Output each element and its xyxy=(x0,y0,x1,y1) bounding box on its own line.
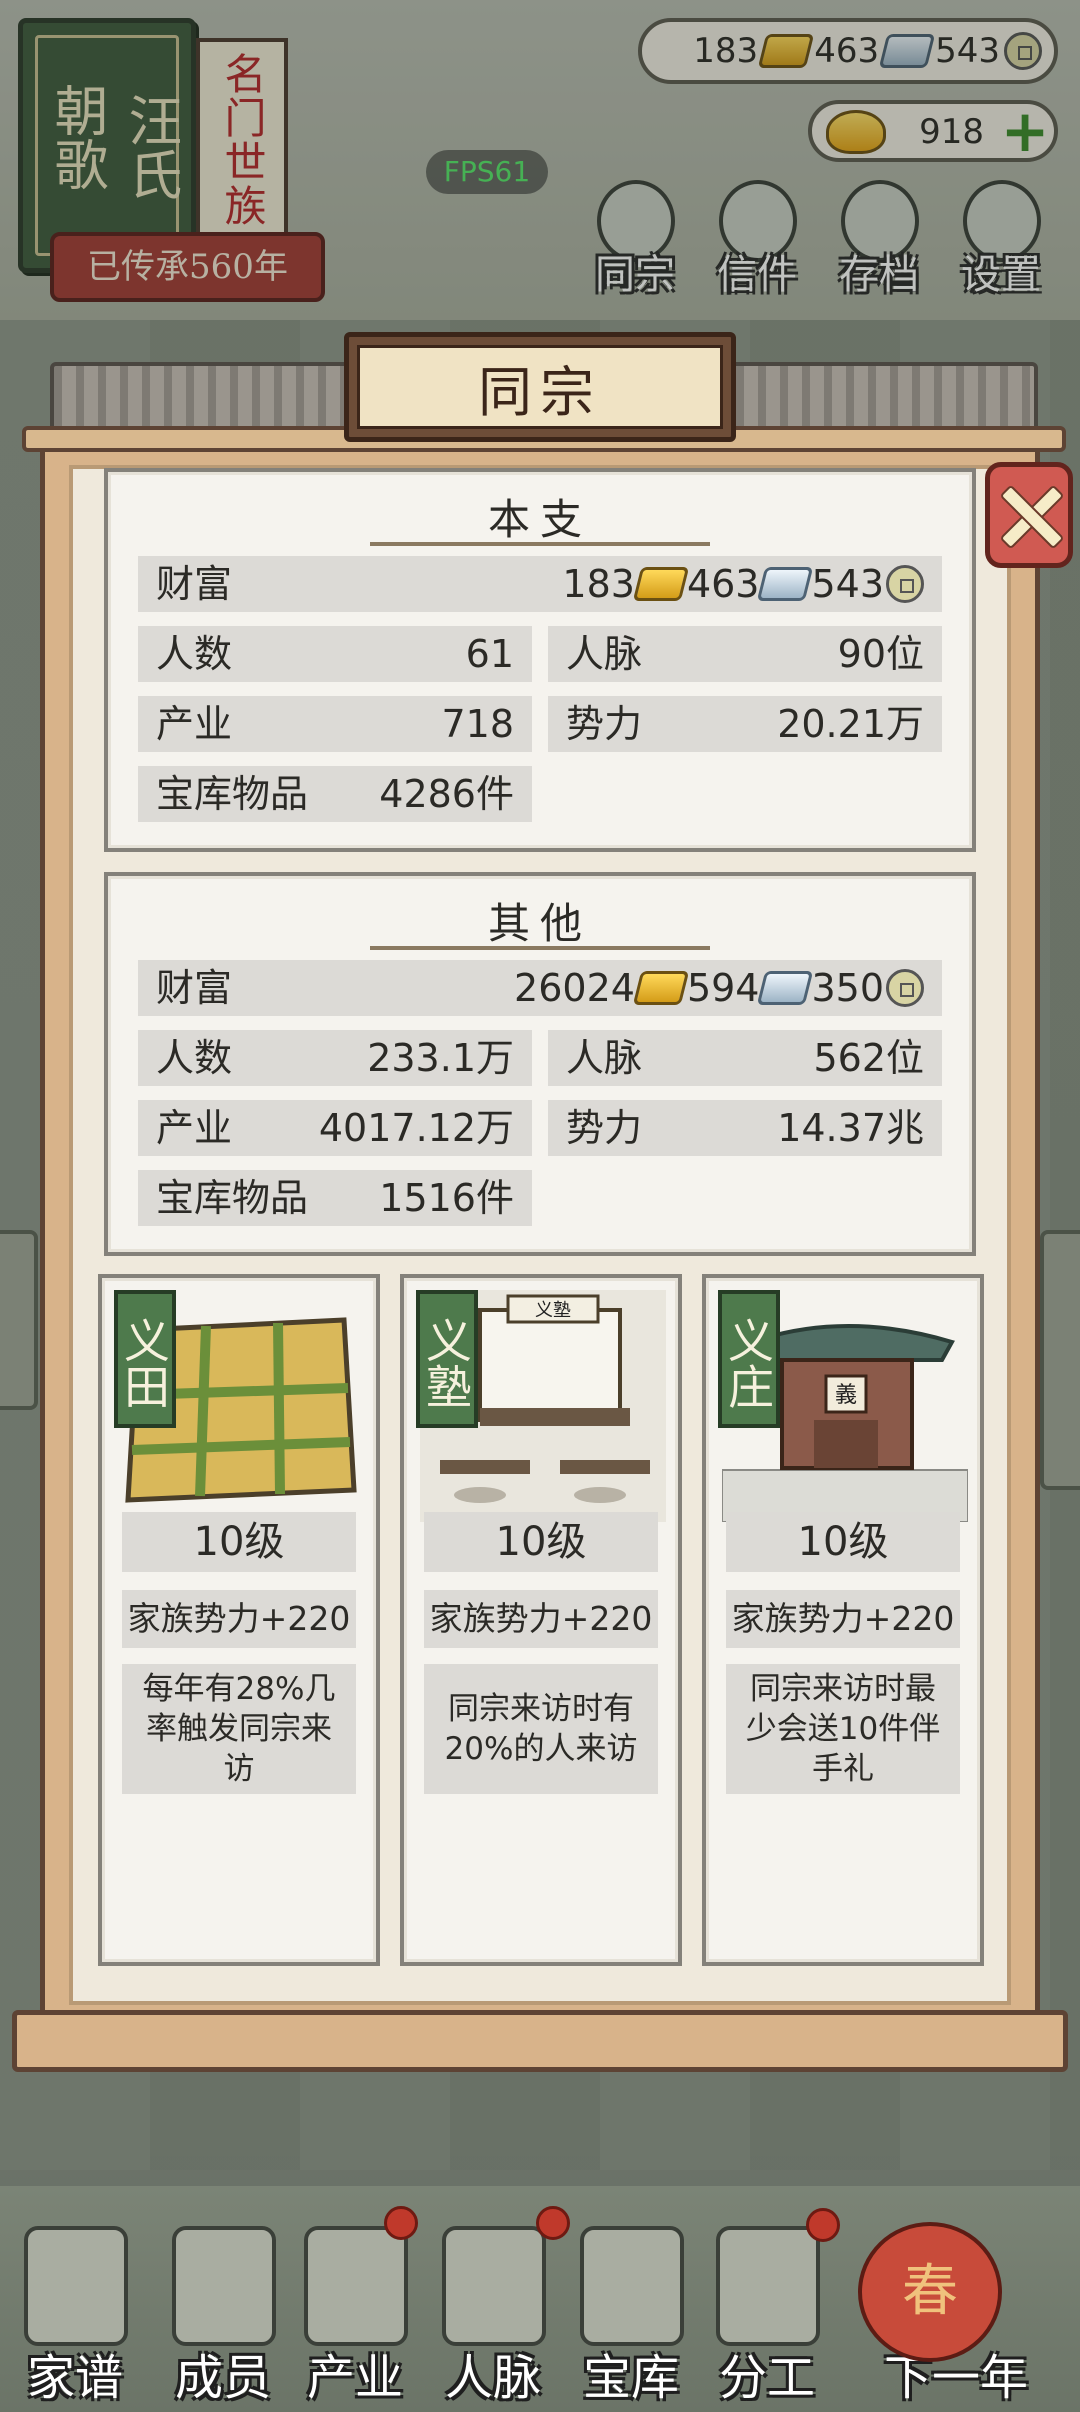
main-people-row: 人数 61 xyxy=(138,626,532,682)
others-wealth-label: 财富 xyxy=(156,966,233,1010)
main-wealth-silver: 463 xyxy=(686,562,760,606)
building-bonus: 家族势力+220 xyxy=(424,1590,658,1648)
others-network-row: 人脉 562位 xyxy=(548,1030,942,1086)
school-sign: 义塾 xyxy=(535,1299,571,1321)
others-people-row: 人数 233.1万 xyxy=(138,1030,532,1086)
nav-genealogy[interactable]: 家谱 xyxy=(0,2226,150,2406)
others-vault-value: 1516件 xyxy=(379,1176,514,1220)
main-wealth-gold: 183 xyxy=(562,562,635,606)
building-card-manor[interactable]: 義 义庄 10级 家族势力+220 同宗来访时最少会送10件伴手礼 xyxy=(702,1274,984,1966)
genealogy-book-icon xyxy=(24,2226,128,2346)
building-tag-manor: 义庄 xyxy=(718,1290,780,1428)
nav-network-label: 人脉 xyxy=(444,2350,541,2406)
others-industry-label: 产业 xyxy=(156,1106,233,1150)
silver-ingot-icon xyxy=(757,567,814,601)
main-people-value: 61 xyxy=(465,632,514,676)
others-vault-label: 宝库物品 xyxy=(156,1176,309,1220)
modal-title: 同宗 xyxy=(357,345,723,429)
building-bonus: 家族势力+220 xyxy=(122,1590,356,1648)
main-vault-row: 宝库物品 4286件 xyxy=(138,766,532,822)
main-branch-panel: 本支 财富 183 463 543 人数 61 人脉 90位 产业 718 势力… xyxy=(104,468,976,852)
main-wealth-copper: 543 xyxy=(811,562,884,606)
notification-dot xyxy=(536,2206,570,2240)
main-network-label: 人脉 xyxy=(566,632,643,676)
building-level: 10级 xyxy=(726,1512,960,1572)
building-description: 同宗来访时有20%的人来访 xyxy=(424,1664,658,1794)
nav-vault[interactable]: 宝库 xyxy=(556,2226,706,2406)
main-wealth-label: 财富 xyxy=(156,562,233,606)
others-power-row: 势力 14.37兆 xyxy=(548,1100,942,1156)
main-network-row: 人脉 90位 xyxy=(548,626,942,682)
main-wealth-row: 财富 183 463 543 xyxy=(138,556,942,612)
building-card-school[interactable]: 义塾 义塾 10级 家族势力+220 同宗来访时有20%的人来访 xyxy=(400,1274,682,1966)
close-button[interactable] xyxy=(985,462,1073,568)
nav-industry-label: 产业 xyxy=(306,2350,403,2406)
building-description: 同宗来访时最少会送10件伴手礼 xyxy=(726,1664,960,1794)
nav-vault-label: 宝库 xyxy=(582,2350,679,2406)
member-portrait-icon xyxy=(172,2226,276,2346)
silver-ingot-icon xyxy=(757,971,814,1005)
copper-coin-icon xyxy=(886,565,924,603)
others-title: 其他 xyxy=(108,890,972,951)
building-card-field[interactable]: 义田 10级 家族势力+220 每年有28%几率触发同宗来访 xyxy=(98,1274,380,1966)
nav-division-label: 分工 xyxy=(718,2350,815,2406)
main-power-label: 势力 xyxy=(566,702,643,746)
nav-members-label: 成员 xyxy=(174,2350,271,2406)
building-tag-school: 义塾 xyxy=(416,1290,478,1428)
others-wealth-silver: 594 xyxy=(686,966,760,1010)
manor-sign: 義 xyxy=(835,1383,857,1408)
building-description: 每年有28%几率触发同宗来访 xyxy=(122,1664,356,1794)
building-tag-field: 义田 xyxy=(114,1290,176,1428)
others-people-label: 人数 xyxy=(156,1036,233,1080)
others-industry-value: 4017.12万 xyxy=(318,1106,514,1150)
others-power-value: 14.37兆 xyxy=(777,1106,924,1150)
gold-ingot-icon xyxy=(632,567,690,601)
main-power-row: 势力 20.21万 xyxy=(548,696,942,752)
main-industry-row: 产业 718 xyxy=(138,696,532,752)
pavilion-icon xyxy=(304,2226,408,2346)
nav-industry[interactable]: 产业 xyxy=(280,2226,430,2406)
others-wealth-row: 财富 26024 594 350 xyxy=(138,960,942,1016)
main-power-value: 20.21万 xyxy=(777,702,924,746)
others-industry-row: 产业 4017.12万 xyxy=(138,1100,532,1156)
modal-base-beam xyxy=(12,2010,1068,2072)
treasure-chest-icon xyxy=(580,2226,684,2346)
close-icon xyxy=(998,483,1060,545)
building-level: 10级 xyxy=(122,1512,356,1572)
main-vault-label: 宝库物品 xyxy=(156,772,309,816)
scroll-icon xyxy=(716,2226,820,2346)
main-network-value: 90位 xyxy=(837,632,924,676)
modal-title-plaque: 同宗 xyxy=(344,332,736,442)
main-industry-label: 产业 xyxy=(156,702,233,746)
others-wealth-copper: 350 xyxy=(811,966,884,1010)
others-vault-row: 宝库物品 1516件 xyxy=(138,1170,532,1226)
notification-dot xyxy=(384,2206,418,2240)
nav-division[interactable]: 分工 xyxy=(692,2226,842,2406)
copper-coin-icon xyxy=(886,969,924,1007)
others-network-label: 人脉 xyxy=(566,1036,643,1080)
gold-ingot-icon xyxy=(632,971,690,1005)
others-wealth-gold: 26024 xyxy=(514,966,635,1010)
main-people-label: 人数 xyxy=(156,632,233,676)
network-icon xyxy=(442,2226,546,2346)
nav-network[interactable]: 人脉 xyxy=(418,2226,568,2406)
others-people-value: 233.1万 xyxy=(367,1036,514,1080)
building-level: 10级 xyxy=(424,1512,658,1572)
main-industry-value: 718 xyxy=(441,702,514,746)
others-network-value: 562位 xyxy=(813,1036,924,1080)
main-branch-title: 本支 xyxy=(108,486,972,547)
others-power-label: 势力 xyxy=(566,1106,643,1150)
nav-members[interactable]: 成员 xyxy=(148,2226,298,2406)
nav-genealogy-label: 家谱 xyxy=(26,2350,123,2406)
others-panel: 其他 财富 26024 594 350 人数 233.1万 人脉 562位 产业… xyxy=(104,872,976,1256)
lantern-icon[interactable]: 春 xyxy=(858,2222,1002,2362)
notification-dot xyxy=(806,2208,840,2242)
building-bonus: 家族势力+220 xyxy=(726,1590,960,1648)
main-vault-value: 4286件 xyxy=(379,772,514,816)
